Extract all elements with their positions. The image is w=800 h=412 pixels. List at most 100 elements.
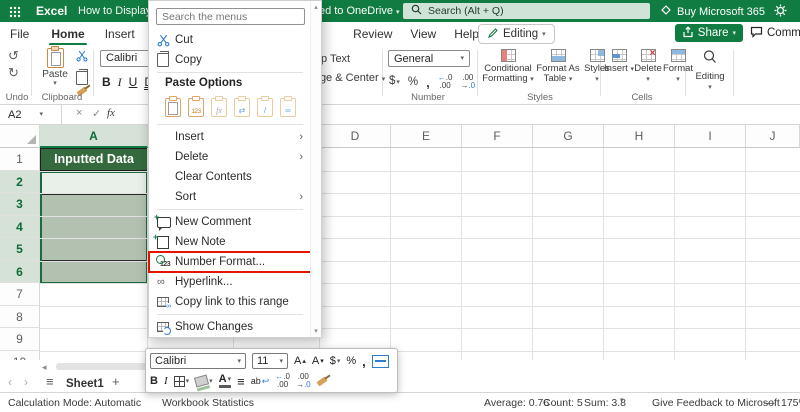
tab-review[interactable]: Review (351, 24, 394, 44)
menu-item-clear-contents[interactable]: Clear Contents (149, 167, 311, 187)
row-header-7[interactable]: 7 (0, 283, 40, 306)
bold-button[interactable]: B (102, 75, 111, 89)
menu-item-number-format[interactable]: 123 Number Format... (148, 251, 312, 273)
mini-bold-button[interactable]: B (150, 375, 158, 387)
prev-sheet-icon[interactable]: ‹ (8, 375, 12, 389)
column-header-G[interactable]: G (533, 125, 604, 148)
column-header-H[interactable]: H (604, 125, 675, 148)
editing-dropdown[interactable]: Editing ▾ (692, 49, 728, 91)
scroll-down-icon[interactable]: ▾ (311, 327, 321, 335)
menu-item-new-note[interactable]: New Note (149, 232, 311, 252)
decrease-font-size-button[interactable]: A ▾ (312, 355, 324, 367)
name-box[interactable]: A2 ▾ (0, 105, 62, 124)
mini-italic-button[interactable]: I (164, 375, 168, 387)
menu-item-cut[interactable]: Cut (149, 30, 311, 50)
row-header-8[interactable]: 8 (0, 305, 40, 328)
tab-home[interactable]: Home (49, 24, 88, 46)
menu-item-insert[interactable]: Insert › (149, 127, 311, 147)
selected-cell-A6[interactable] (42, 260, 146, 282)
scroll-up-icon[interactable]: ▴ (311, 3, 321, 11)
redo-button[interactable]: ↻ (8, 66, 19, 79)
zoom-out-icon[interactable]: — (764, 397, 775, 409)
context-menu-search-input[interactable] (156, 8, 305, 25)
column-header-E[interactable]: E (391, 125, 462, 148)
styles-format-as-table[interactable]: Format As Table ▾ (534, 49, 582, 84)
row-header-9[interactable]: 9 (0, 328, 40, 351)
column-header-I[interactable]: I (675, 125, 746, 148)
selected-cell-A4[interactable] (42, 216, 146, 239)
paste-formatting-icon[interactable]: / (257, 96, 273, 117)
calculation-mode[interactable]: Calculation Mode: Automatic (8, 397, 141, 409)
comments-button[interactable]: Comments (750, 24, 800, 42)
all-sheets-menu-icon[interactable]: ≡ (46, 374, 54, 389)
selected-cell-A5[interactable] (42, 238, 146, 261)
number-format-select[interactable]: General ▾ (388, 50, 470, 67)
menu-item-copy-link-to-this-range[interactable]: Copy link to this range (149, 292, 311, 312)
increase-font-size-button[interactable]: A ▴ (294, 355, 306, 367)
row-header-3[interactable]: 3 (0, 193, 40, 216)
tab-file[interactable]: File (8, 24, 31, 44)
cells-format[interactable]: Format ▾ (662, 49, 694, 84)
percent-button[interactable]: % (408, 76, 418, 88)
insert-function-icon[interactable]: fx (107, 107, 115, 119)
column-header-A[interactable]: A (40, 125, 148, 148)
menu-item-show-changes[interactable]: Show Changes (149, 317, 311, 337)
row-header-10[interactable]: 10 (0, 350, 40, 360)
decrease-decimal-button[interactable]: .00 →.0 (460, 74, 475, 90)
paste-values-icon[interactable]: 123 (188, 96, 204, 117)
comma-style-button[interactable]: , (426, 75, 430, 90)
cancel-entry-icon[interactable]: × (76, 107, 82, 119)
app-launcher-icon[interactable] (9, 5, 21, 18)
tab-help[interactable]: Help (452, 24, 481, 44)
copy-button[interactable] (76, 69, 88, 85)
row-header-2[interactable]: 2 (0, 170, 40, 193)
mini-borders-button[interactable]: ▾ (173, 375, 189, 387)
share-button[interactable]: Share ▾ (674, 24, 743, 42)
tab-insert[interactable]: Insert (103, 24, 137, 44)
selected-cell-A3[interactable] (42, 194, 146, 217)
mini-decrease-decimal-button[interactable]: .00 →.0 (296, 373, 311, 389)
context-menu-scrollbar[interactable]: ▴ ▾ (310, 1, 321, 337)
app-name[interactable]: Excel (36, 4, 67, 18)
column-header-F[interactable]: F (462, 125, 533, 148)
editing-mode-button[interactable]: Editing ▾ (478, 24, 555, 44)
add-sheet-icon[interactable]: + (112, 374, 120, 389)
paste-button[interactable]: Paste ▾ (38, 46, 72, 89)
mini-currency-button[interactable]: $ ▾ (330, 355, 341, 367)
next-sheet-icon[interactable]: › (24, 375, 28, 389)
cells-insert[interactable]: Insert ▾ (604, 49, 634, 74)
increase-decimal-button[interactable]: ←.0.00 (438, 74, 453, 90)
paste-transpose-icon[interactable]: ⇄ (234, 96, 250, 117)
feedback-link[interactable]: Give Feedback to Microsoft (652, 397, 780, 409)
confirm-entry-icon[interactable]: ✓ (92, 107, 101, 120)
menu-item-sort[interactable]: Sort › (149, 187, 311, 207)
mini-wrap-text-button[interactable]: ab ↩ (251, 376, 270, 386)
tab-view[interactable]: View (408, 24, 438, 44)
settings-gear-icon[interactable] (774, 4, 787, 22)
paste-formulas-icon[interactable]: fx (211, 96, 227, 117)
mini-font-size-select[interactable]: 11 ▾ (252, 353, 288, 369)
mini-percent-button[interactable]: % (346, 355, 356, 367)
paste-icon[interactable] (165, 96, 181, 117)
currency-button[interactable]: $ ▾ (389, 76, 400, 88)
mini-format-painter-button[interactable] (316, 376, 328, 386)
mini-merge-icon[interactable] (371, 354, 389, 368)
row-header-5[interactable]: 5 (0, 238, 40, 261)
mini-comma-button[interactable]: , (362, 355, 366, 368)
select-all-corner[interactable] (0, 125, 40, 148)
mini-increase-decimal-button[interactable]: ←.0.00 (275, 373, 290, 389)
menu-item-new-comment[interactable]: New Comment (149, 212, 311, 232)
cells-delete[interactable]: Delete ▾ (633, 49, 663, 84)
column-header-J[interactable]: J (746, 125, 800, 148)
underline-button[interactable]: U (129, 75, 138, 89)
row-header-4[interactable]: 4 (0, 215, 40, 238)
zoom-level[interactable]: 175% (781, 397, 800, 409)
row-header-6[interactable]: 6 (0, 260, 40, 283)
mini-align-button[interactable]: ≡ (237, 375, 245, 388)
mini-fill-color-button[interactable]: ▾ (194, 374, 213, 388)
menu-item-hyperlink[interactable]: ∞ Hyperlink... (149, 272, 311, 292)
buy-microsoft-365-button[interactable]: Buy Microsoft 365 (660, 4, 765, 19)
undo-button[interactable]: ↺ (8, 49, 19, 62)
cell-A1[interactable]: Inputted Data (40, 148, 148, 171)
workbook-statistics[interactable]: Workbook Statistics (162, 397, 254, 409)
